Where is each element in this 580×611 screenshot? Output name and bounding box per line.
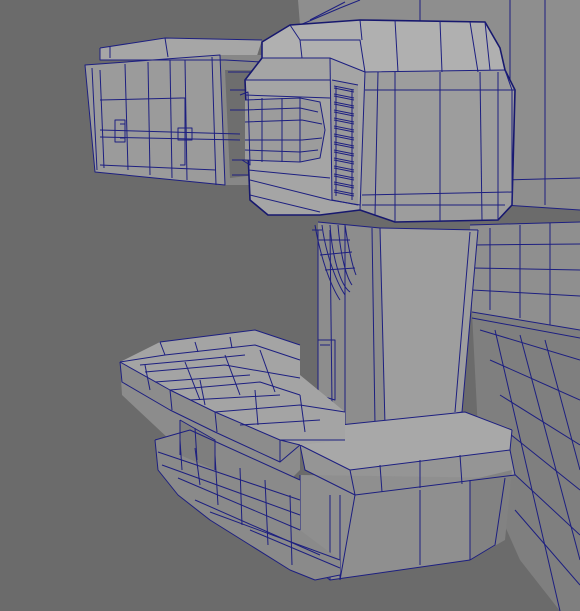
wireframe-scene[interactable]	[0, 0, 580, 611]
turret-head	[239, 19, 516, 223]
support-column	[312, 221, 479, 426]
3d-viewport[interactable]	[0, 0, 580, 611]
barrel-collar	[239, 91, 326, 166]
rear-barrel-housing	[84, 37, 263, 186]
